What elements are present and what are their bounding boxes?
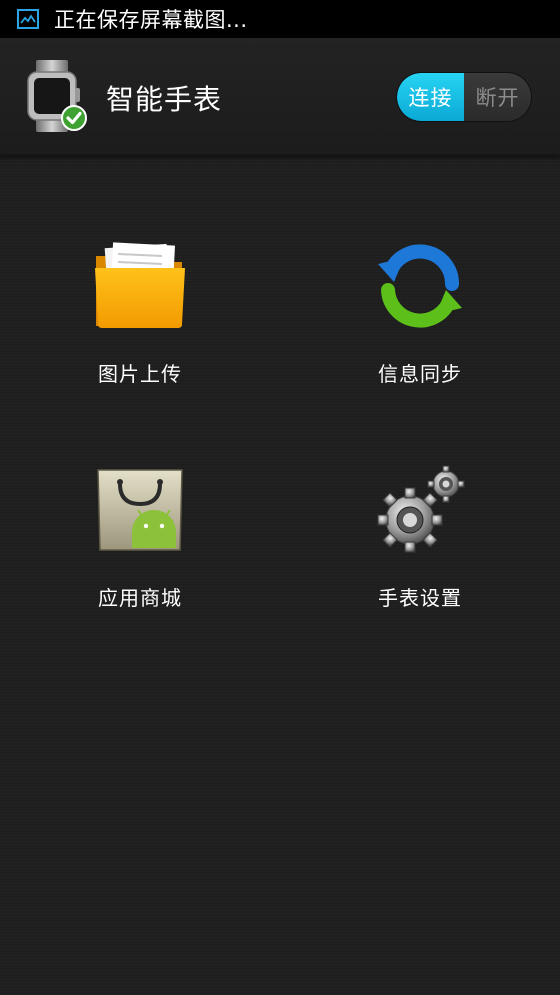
status-bar: 正在保存屏幕截图... (0, 0, 560, 38)
screenshot-icon (17, 9, 39, 29)
connection-toggle[interactable]: 连接 断开 (397, 73, 531, 121)
app-header: 智能手表 连接 断开 (0, 38, 560, 156)
disconnect-toggle-option[interactable]: 断开 (464, 73, 531, 121)
smartwatch-connected-icon (27, 60, 87, 132)
tile-label: 图片上传 (98, 362, 182, 386)
page-title: 智能手表 (106, 83, 223, 116)
tile-label: 手表设置 (378, 586, 462, 610)
tile-label: 信息同步 (378, 362, 462, 386)
status-notification-text: 正在保存屏幕截图... (54, 8, 248, 32)
sync-icon (378, 244, 462, 328)
tile-app-store[interactable]: 应用商城 (50, 462, 230, 632)
tile-label: 应用商城 (98, 586, 182, 610)
folder-icon (95, 242, 185, 328)
app-store-bag-icon (97, 469, 183, 551)
tile-info-sync[interactable]: 信息同步 (330, 238, 510, 408)
gears-icon (377, 465, 465, 553)
app-screen: 正在保存屏幕截图... 智能手表 连接 断开 图片上传 信息同步 应用商城 手表… (0, 0, 560, 995)
tile-picture-upload[interactable]: 图片上传 (50, 238, 230, 408)
connect-toggle-option[interactable]: 连接 (397, 73, 464, 121)
tile-watch-settings[interactable]: 手表设置 (330, 462, 510, 632)
